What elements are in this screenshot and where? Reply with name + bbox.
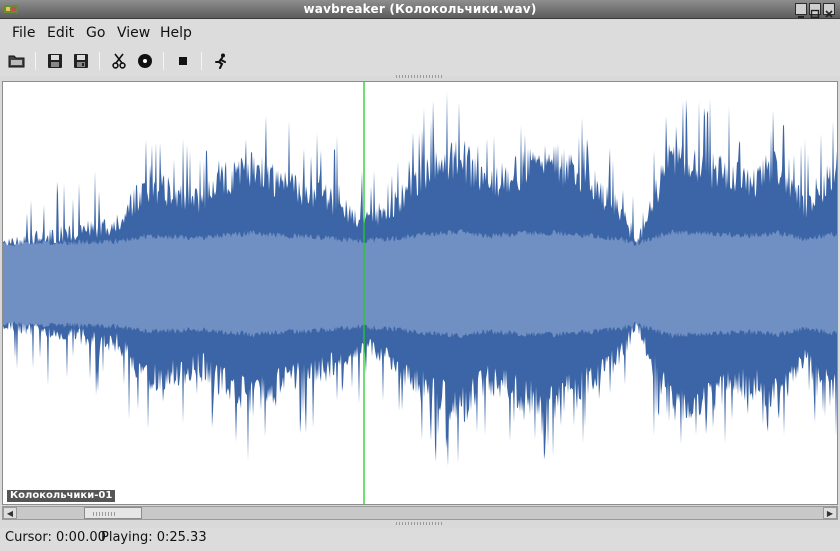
waveform-canvas[interactable]: [3, 82, 837, 504]
status-bar: Cursor: 0:00.00 Playing: 0:25.33: [0, 528, 840, 551]
toolbar-separator: [201, 52, 202, 70]
toolbar-separator: [163, 52, 164, 70]
save-button[interactable]: [44, 50, 66, 72]
application-window: wavbreaker (Колокольчики.wav) File Edit …: [0, 0, 840, 551]
cd-icon: [138, 54, 152, 68]
scroll-left-button[interactable]: ◀: [3, 507, 17, 519]
scroll-right-button[interactable]: ▶: [823, 507, 837, 519]
window-title: wavbreaker (Колокольчики.wav): [303, 2, 537, 16]
close-icon: [825, 10, 833, 18]
menu-go[interactable]: Go: [86, 25, 105, 41]
minimize-icon: [798, 16, 804, 18]
scrollbar-thumb[interactable]: [84, 507, 143, 519]
pane-resize-grip-bottom[interactable]: [396, 522, 444, 525]
open-button[interactable]: [6, 50, 28, 72]
open-file-icon: [8, 55, 25, 68]
pane-resize-grip[interactable]: [396, 75, 444, 78]
arrow-right-icon: ▶: [826, 508, 834, 518]
menu-view[interactable]: View: [117, 25, 150, 41]
maximize-button[interactable]: [809, 3, 821, 19]
stop-icon: [179, 57, 187, 65]
menu-help[interactable]: Help: [160, 25, 192, 41]
thumb-grip: [93, 512, 116, 516]
jump-button[interactable]: [210, 50, 232, 72]
playing-position-text: Playing: 0:25.33: [101, 530, 207, 545]
cut-icon: [112, 53, 126, 69]
waveform-inner-envelope: [3, 229, 837, 338]
cursor-position-text: Cursor: 0:00.00: [5, 530, 106, 545]
write-cd-button[interactable]: [134, 50, 156, 72]
save-as-button[interactable]: [70, 50, 92, 72]
waveform-view[interactable]: Колокольчики-01: [2, 81, 838, 505]
save-icon: [48, 54, 62, 68]
menu-edit[interactable]: Edit: [47, 25, 74, 41]
track-label[interactable]: Колокольчики-01: [7, 490, 116, 502]
arrow-left-icon: ◀: [6, 508, 14, 518]
run-icon: [215, 53, 226, 69]
toolbar: [0, 46, 840, 78]
horizontal-scrollbar[interactable]: ◀ ▶: [2, 506, 838, 520]
menu-file[interactable]: File: [12, 25, 35, 41]
stop-button[interactable]: [172, 50, 194, 72]
minimize-button[interactable]: [795, 3, 807, 18]
toolbar-separator: [99, 52, 100, 70]
maximize-icon: [810, 9, 820, 19]
save-as-icon: [74, 54, 88, 68]
cut-button[interactable]: [108, 50, 130, 72]
title-bar[interactable]: wavbreaker (Колокольчики.wav): [0, 0, 840, 19]
menu-bar: File Edit Go View Help: [0, 20, 840, 46]
toolbar-separator: [35, 52, 36, 70]
close-button[interactable]: [823, 3, 835, 18]
